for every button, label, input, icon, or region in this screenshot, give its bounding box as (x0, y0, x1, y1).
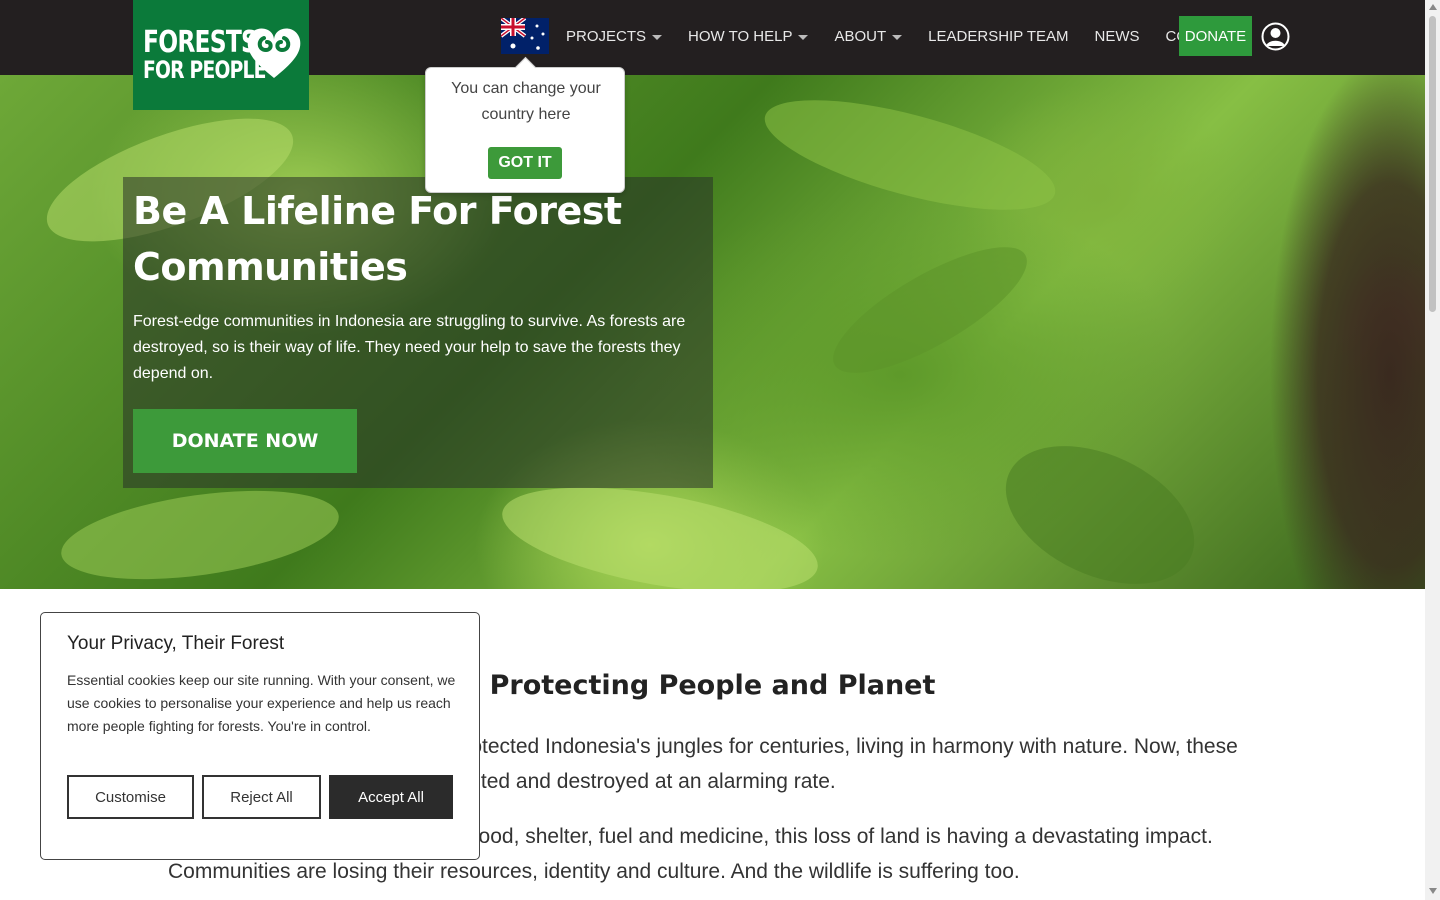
nav-about[interactable]: ABOUT (821, 16, 915, 56)
nav-projects[interactable]: PROJECTS (553, 16, 675, 56)
nav-news[interactable]: NEWS (1082, 16, 1153, 56)
nav-projects-label: PROJECTS (566, 27, 647, 45)
donate-now-button[interactable]: DONATE NOW (133, 409, 357, 473)
cookie-title: Your Privacy, Their Forest (67, 633, 285, 654)
cookie-description: Essential cookies keep our site running.… (67, 672, 456, 734)
hero-foliage (55, 475, 345, 589)
reject-all-button[interactable]: Reject All (202, 775, 321, 819)
cookie-consent-panel: Your Privacy, Their Forest Essential coo… (40, 612, 480, 860)
nav-news-label: NEWS (1094, 27, 1140, 45)
hero-foliage (984, 418, 1216, 589)
chevron-down-icon (798, 35, 809, 40)
hero-title: Be A Lifeline For Forest Communities (133, 189, 622, 289)
nav-how-to-help[interactable]: HOW TO HELP (675, 16, 821, 56)
scrollbar-thumb[interactable] (1429, 16, 1436, 312)
site-logo[interactable]: FORESTS FOR PEOPLE (133, 0, 309, 110)
nav-about-label: ABOUT (834, 27, 887, 45)
page-scrollbar[interactable] (1425, 0, 1440, 900)
main-nav: PROJECTS HOW TO HELP ABOUT LEADERSHIP TE… (553, 16, 1250, 56)
hero-description: Forest-edge communities in Indonesia are… (133, 313, 686, 382)
australia-flag-icon[interactable] (501, 18, 549, 54)
customise-button[interactable]: Customise (67, 775, 194, 819)
scroll-up-arrow-icon[interactable] (1429, 4, 1437, 10)
chevron-down-icon (652, 35, 663, 40)
hero-banner: Be A Lifeline For Forest Communities For… (0, 75, 1425, 589)
nav-leadership-team-label: LEADERSHIP TEAM (928, 27, 1069, 45)
hero-foliage (817, 224, 1043, 396)
heart-swirl-icon (247, 28, 301, 78)
hero-foliage (754, 77, 1066, 233)
accept-all-button[interactable]: Accept All (329, 775, 453, 819)
flag-graphic (501, 18, 549, 54)
nav-how-to-help-label: HOW TO HELP (688, 27, 793, 45)
user-account-icon[interactable] (1261, 22, 1290, 51)
nav-donate-button[interactable]: DONATE (1179, 16, 1252, 56)
nav-leadership-team[interactable]: LEADERSHIP TEAM (915, 16, 1081, 56)
scroll-down-arrow-icon[interactable] (1429, 888, 1437, 894)
hero-panel: Be A Lifeline For Forest Communities For… (123, 177, 713, 488)
country-tooltip: You can change your country here GOT IT (425, 67, 625, 193)
country-tooltip-text: You can change your country here (451, 80, 601, 123)
chevron-down-icon (892, 35, 903, 40)
got-it-button[interactable]: GOT IT (488, 147, 562, 179)
